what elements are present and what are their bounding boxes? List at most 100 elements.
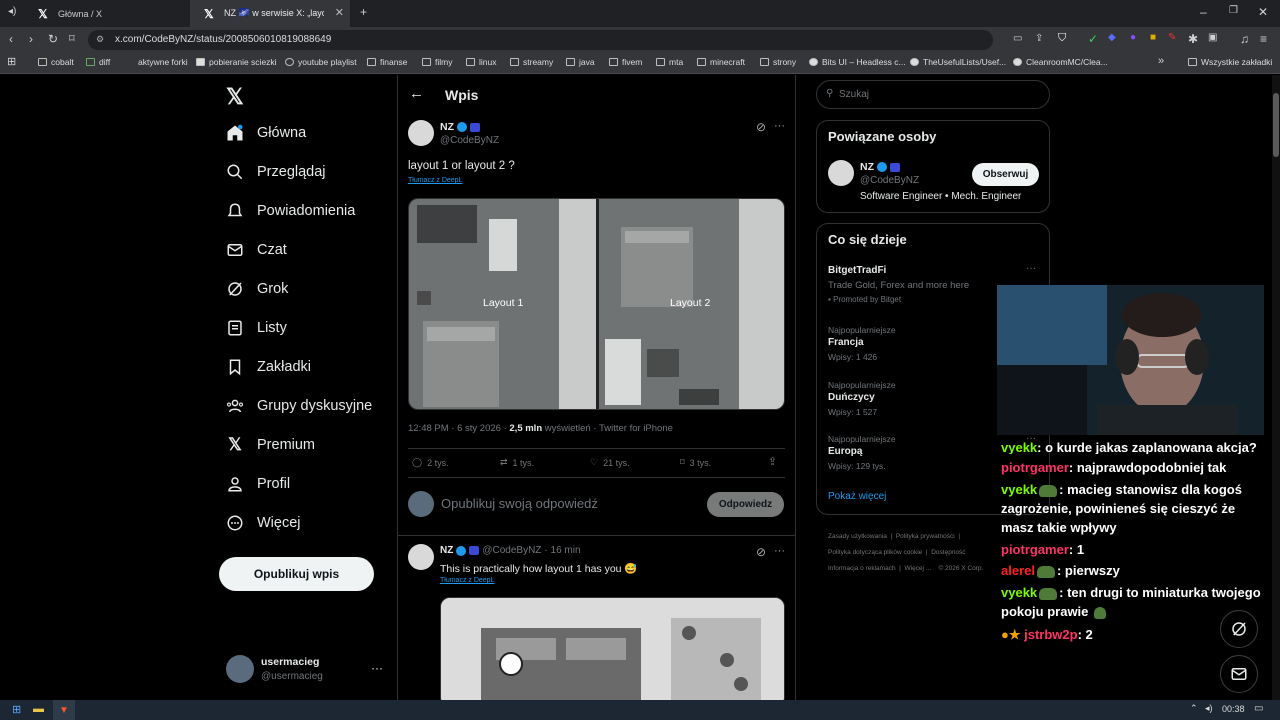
forward-icon[interactable]: › [29,32,33,46]
bookmark-item[interactable]: CleanroomMC/Clea... [1013,57,1108,67]
extension-icon[interactable]: ■ [1150,32,1156,43]
nav-bookmarks[interactable]: Zakładki [226,358,311,376]
bookmark-item[interactable]: cobalt [38,57,74,67]
bookmark-item[interactable]: aktywne forki [125,57,188,67]
back-arrow-icon[interactable]: ← [409,85,424,102]
post-image[interactable]: Layout 1 Layout 2 [408,198,785,410]
bookmark-folder[interactable]: strony [760,57,796,67]
follow-button[interactable]: Obserwuj [972,163,1039,186]
menu-icon[interactable]: ≡ [1260,32,1267,46]
avatar[interactable] [408,120,434,146]
windows-start-icon[interactable]: ⊞ [12,703,21,716]
bookmark-item[interactable]: pobieranie sciezki [196,57,277,67]
nav-grok[interactable]: Grok [226,280,288,298]
grok-icon[interactable]: ⊘ [756,545,766,559]
nav-premium[interactable]: 𝕏 Premium [226,435,315,454]
share-icon[interactable]: ⇪ [768,455,777,468]
post-author[interactable]: NZ [440,121,480,133]
check-extension-icon[interactable]: ✓ [1088,32,1098,46]
search-input[interactable]: ⚲ Szukaj [816,80,1050,109]
footer-link[interactable]: Polityka dotycząca plików cookie [828,549,922,556]
avatar[interactable] [226,655,254,683]
related-author[interactable]: NZ [860,161,900,173]
author-handle[interactable]: @CodeByNZ [482,545,541,556]
post-menu-icon[interactable]: ··· [774,545,785,557]
promo-name[interactable]: BitgetTradFi [828,265,886,276]
trend-name[interactable]: Europą [828,446,862,457]
reply-button[interactable]: Odpowiedz [707,492,784,517]
bookmark-folder[interactable]: fivem [609,57,642,67]
nav-communities[interactable]: Grupy dyskusyjne [226,397,372,415]
notifications-icon[interactable]: ▭ [1254,703,1263,714]
extension-icon[interactable]: ◆ [1108,32,1116,43]
reply-input[interactable]: Opublikuj swoją odpowiedź [441,496,598,511]
clock[interactable]: 00:38 [1222,704,1245,714]
sidebar-icon[interactable]: ▣ [1208,32,1217,43]
brave-shield-icon[interactable]: ⛉ [1058,32,1066,45]
show-more-link[interactable]: Pokaż więcej [828,491,886,502]
bookmark-item[interactable]: Bits UI – Headless c... [809,57,906,67]
bookmark-item[interactable]: diff [86,57,110,67]
bookmark-item[interactable]: youtube playlist [285,57,357,67]
extensions-puzzle-icon[interactable]: ✱ [1188,32,1198,46]
reply-time[interactable]: · 16 min [544,545,580,556]
footer-link[interactable]: Polityka prywatności [896,533,955,540]
nav-profile[interactable]: Profil [226,475,290,493]
tray-chevron-icon[interactable]: ⌃ [1190,703,1198,714]
author-name[interactable]: NZ [440,545,453,556]
grok-icon[interactable]: ⊘ [756,120,766,134]
nav-notifications[interactable]: Powiadomienia [226,202,355,220]
repost-action[interactable]: ⇄ 1 tys. [500,457,534,468]
scrollbar[interactable] [1272,75,1280,700]
new-tab-icon[interactable]: + [360,5,367,19]
footer-link[interactable]: Zasady użytkowania [828,533,887,540]
speaker-icon[interactable]: ◂) [8,6,16,17]
translate-link[interactable]: Tłumacz z DeepL [408,177,462,184]
bookmark-folder[interactable]: mta [656,57,683,67]
footer-link[interactable]: Informacja o reklamach [828,565,896,572]
grok-float-button[interactable] [1220,610,1258,648]
all-bookmarks-folder[interactable]: Wszystkie zakładki [1188,57,1272,67]
close-tab-icon[interactable]: ✕ [335,6,344,19]
post-handle[interactable]: @CodeByNZ [440,135,499,146]
reply-action[interactable]: ◯ 2 tys. [412,457,449,468]
minimize-icon[interactable]: – [1200,5,1207,19]
brave-browser-icon[interactable]: ▼ [53,700,75,720]
nav-more[interactable]: Więcej [226,514,301,532]
apps-grid-icon[interactable]: ⊞ [7,55,16,68]
like-action[interactable]: ♡ 21 tys. [590,457,630,468]
bookmark-item[interactable]: TheUsefulLists/Usef... [910,57,1006,67]
cast-icon[interactable]: ▭ [1013,33,1022,44]
translate-link[interactable]: Tłumacz z DeepL [440,577,494,584]
media-icon[interactable]: ♫ [1240,32,1249,46]
share-icon[interactable]: ⇪ [1035,33,1043,44]
bookmark-folder[interactable]: filmy [422,57,452,67]
nav-explore[interactable]: Przeglądaj [226,163,326,181]
bookmark-page-icon[interactable]: ⌑ [69,32,75,45]
reply-image[interactable] [440,597,785,700]
more-bookmarks-icon[interactable]: » [1158,55,1164,67]
footer-link[interactable]: Więcej ... [904,565,931,572]
post-menu-icon[interactable]: ··· [774,120,785,132]
trend-name[interactable]: Francja [828,337,864,348]
nav-chat[interactable]: Czat [226,241,287,259]
back-icon[interactable]: ‹ [9,32,13,46]
post-button[interactable]: Opublikuj wpis [219,557,374,591]
extension-icon[interactable]: ✎ [1168,32,1176,43]
account-menu-icon[interactable]: ··· [371,661,383,675]
bookmark-folder[interactable]: java [566,57,595,67]
tab-post[interactable]: 𝕏 NZ 🌌 w serwisie X: „layout 1 or ✕ [190,0,350,27]
avatar[interactable] [828,160,854,186]
bookmark-folder[interactable]: minecraft [697,57,745,67]
messages-float-button[interactable] [1220,655,1258,693]
bookmark-folder[interactable]: finanse [367,57,407,67]
volume-icon[interactable]: ◂) [1205,703,1213,714]
restore-icon[interactable]: ❐ [1229,5,1238,16]
avatar[interactable] [408,544,434,570]
close-window-icon[interactable]: ✕ [1258,5,1268,19]
tab-home[interactable]: 𝕏 Główna / X [24,0,190,27]
bookmark-folder[interactable]: linux [466,57,496,67]
scrollbar-thumb[interactable] [1273,93,1279,157]
reload-icon[interactable]: ↻ [48,32,58,46]
bookmark-folder[interactable]: streamy [510,57,553,67]
